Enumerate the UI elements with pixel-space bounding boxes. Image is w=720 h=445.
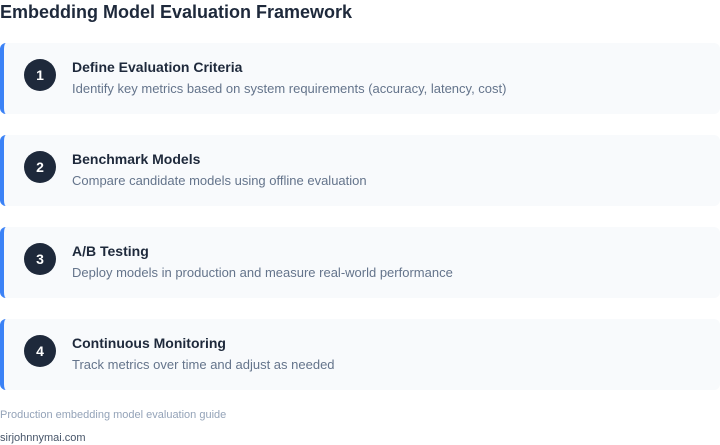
step-title: Continuous Monitoring [72, 335, 226, 351]
step-card-define-criteria: 1 Define Evaluation Criteria Identify ke… [0, 43, 720, 114]
step-card-continuous-monitoring: 4 Continuous Monitoring Track metrics ov… [0, 319, 720, 390]
step-description: Track metrics over time and adjust as ne… [72, 357, 335, 372]
step-number-badge: 1 [24, 59, 56, 91]
step-title: Define Evaluation Criteria [72, 59, 243, 75]
diagram-title: Embedding Model Evaluation Framework [0, 2, 353, 22]
source-credit: sirjohnnymai.com [0, 432, 86, 444]
step-list: 1 Define Evaluation Criteria Identify ke… [0, 43, 720, 411]
step-card-benchmark-models: 2 Benchmark Models Compare candidate mod… [0, 135, 720, 206]
step-title: Benchmark Models [72, 151, 201, 167]
step-title: A/B Testing [72, 243, 149, 259]
step-number-badge: 4 [24, 335, 56, 367]
step-card-ab-testing: 3 A/B Testing Deploy models in productio… [0, 227, 720, 298]
step-number-badge: 2 [24, 151, 56, 183]
step-number-badge: 3 [24, 243, 56, 275]
caption: Production embedding model evaluation gu… [0, 409, 227, 421]
step-description: Compare candidate models using offline e… [72, 173, 367, 188]
step-description: Deploy models in production and measure … [72, 265, 453, 280]
step-description: Identify key metrics based on system req… [72, 81, 507, 96]
